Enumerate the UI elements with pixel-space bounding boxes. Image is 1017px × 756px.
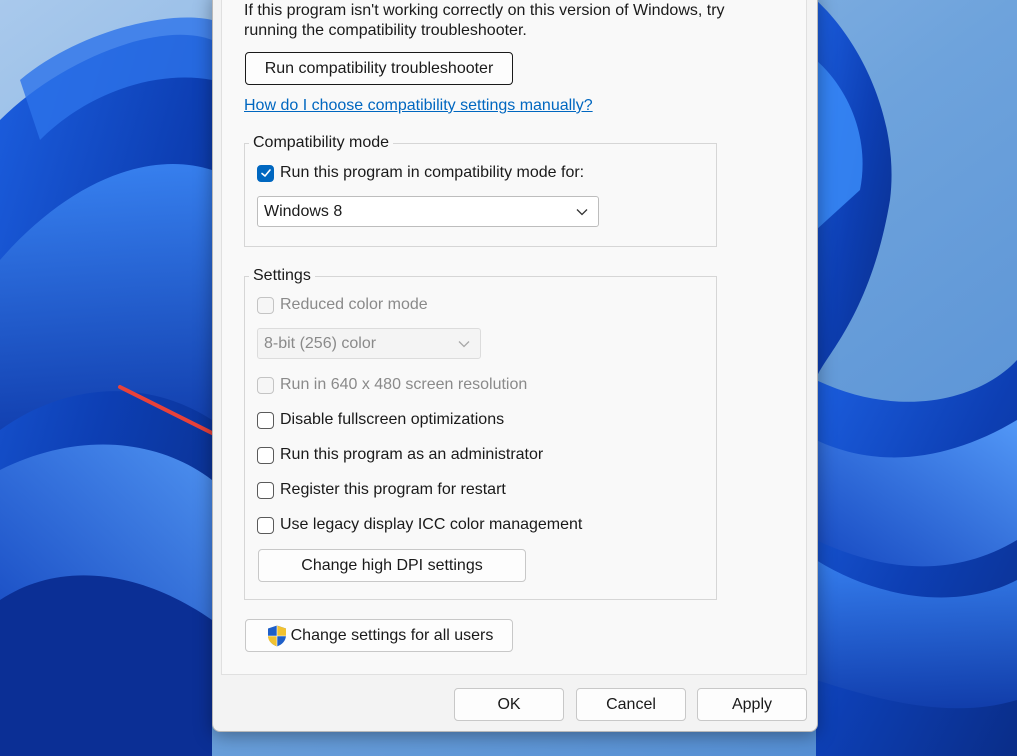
properties-dialog: If this program isn't working correctly …: [212, 0, 818, 732]
intro-text-line1: If this program isn't working correctly …: [244, 2, 725, 19]
compat-mode-checkbox[interactable]: [257, 164, 274, 182]
checkmark-icon: [260, 169, 271, 177]
uac-shield-icon: [267, 625, 286, 646]
change-all-users-button[interactable]: Change settings for all users: [245, 619, 513, 652]
register-restart-label: Register this program for restart: [280, 481, 506, 498]
res-640-checkbox: [257, 376, 274, 394]
reduced-color-checkbox-row: Reduced color mode: [257, 296, 428, 314]
settings-legend: Settings: [249, 267, 315, 285]
legacy-icc-label: Use legacy display ICC color management: [280, 516, 583, 533]
ok-button[interactable]: OK: [454, 688, 564, 721]
run-as-admin-checkbox-row[interactable]: Run this program as an administrator: [257, 446, 543, 464]
compat-mode-checkbox-row[interactable]: Run this program in compatibility mode f…: [257, 164, 584, 182]
register-restart-checkbox[interactable]: [257, 481, 274, 499]
disable-fullscreen-label: Disable fullscreen optimizations: [280, 411, 505, 428]
change-dpi-button[interactable]: Change high DPI settings: [258, 549, 526, 582]
change-all-users-label: Change settings for all users: [290, 626, 494, 644]
compatibility-tab-panel: If this program isn't working correctly …: [221, 0, 807, 675]
color-depth-select-value: 8-bit (256) color: [264, 334, 377, 352]
reduced-color-checkbox: [257, 296, 274, 314]
compat-os-select-value: Windows 8: [264, 202, 343, 220]
cancel-button[interactable]: Cancel: [576, 688, 686, 721]
compatibility-mode-group: [244, 143, 717, 247]
disable-fullscreen-checkbox-row[interactable]: Disable fullscreen optimizations: [257, 411, 504, 429]
res-640-label: Run in 640 x 480 screen resolution: [280, 376, 528, 393]
compat-mode-checkbox-label: Run this program in compatibility mode f…: [280, 164, 585, 181]
apply-button[interactable]: Apply: [697, 688, 807, 721]
legacy-icc-checkbox[interactable]: [257, 516, 274, 534]
run-as-admin-checkbox[interactable]: [257, 446, 274, 464]
legacy-icc-checkbox-row[interactable]: Use legacy display ICC color management: [257, 516, 582, 534]
disable-fullscreen-checkbox[interactable]: [257, 411, 274, 429]
run-as-admin-label: Run this program as an administrator: [280, 446, 544, 463]
res-640-checkbox-row: Run in 640 x 480 screen resolution: [257, 376, 527, 394]
color-depth-select: 8-bit (256) color: [257, 328, 481, 359]
compatibility-help-link[interactable]: How do I choose compatibility settings m…: [244, 97, 593, 115]
register-restart-checkbox-row[interactable]: Register this program for restart: [257, 481, 506, 499]
chevron-down-icon: [576, 208, 588, 215]
chevron-down-icon: [458, 340, 470, 347]
run-troubleshooter-button[interactable]: Run compatibility troubleshooter: [245, 52, 513, 85]
intro-text-line2: running the compatibility troubleshooter…: [244, 22, 527, 39]
compat-os-select[interactable]: Windows 8: [257, 196, 599, 227]
compatibility-mode-legend: Compatibility mode: [249, 134, 394, 152]
reduced-color-label: Reduced color mode: [280, 296, 428, 313]
